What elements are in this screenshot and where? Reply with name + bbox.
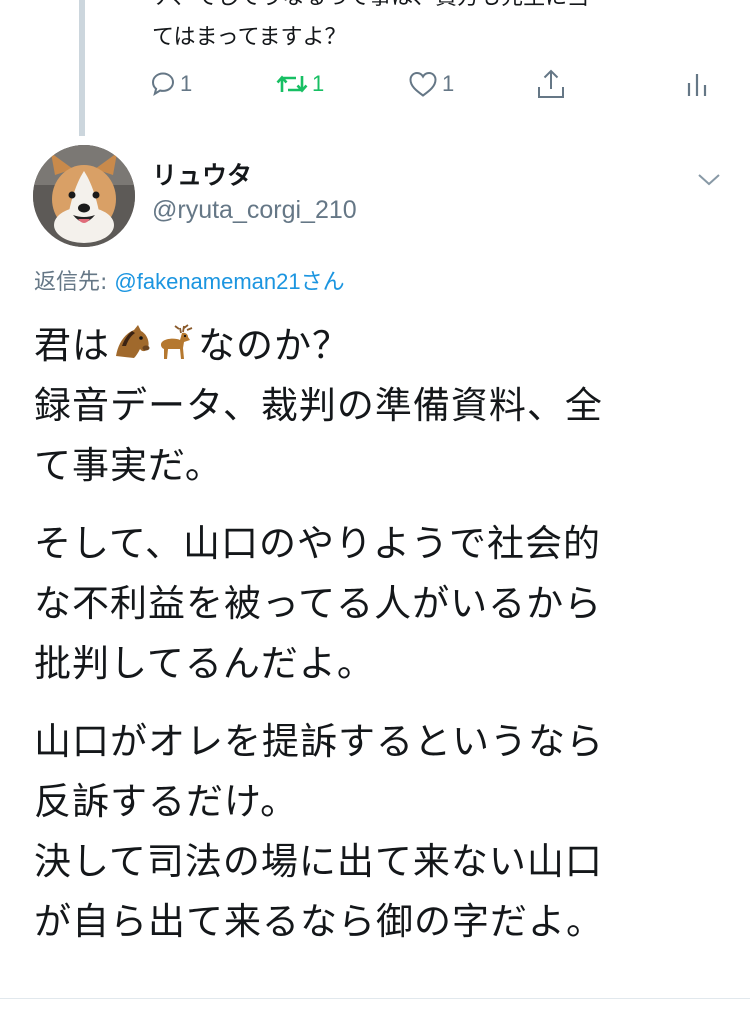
tweet-text-line: 山口がオレを提訴するというなら (34, 720, 604, 763)
tweet-divider (0, 998, 750, 999)
previous-tweet-text: ナ、てしてうなるって事は、貴方も先生に当 てはまってますよ？ (152, 0, 742, 58)
corgi-avatar-image (33, 145, 135, 247)
replying-to-line: 返信先: @fakenameman21さん (34, 264, 345, 296)
previous-tweet-actions: 1 1 1 (150, 64, 720, 104)
share-button[interactable] (536, 64, 566, 104)
tweet-paragraph: そして、山口のやりようで社会的 な不利益を被ってる人がいるから 批判してるんだよ… (34, 514, 734, 694)
tweet-text-line: 決して司法の場に出て来ない山口 (34, 840, 603, 883)
deer-emoji (160, 324, 193, 359)
share-icon (538, 69, 564, 98)
retweet-count: 1 (312, 71, 325, 96)
heart-icon (409, 71, 437, 97)
analytics-button[interactable] (684, 64, 710, 104)
horse-emoji (116, 325, 150, 358)
thread-connector-line (79, 0, 85, 136)
tweet-text-line: て事実だ。 (34, 444, 223, 487)
previous-tweet-last-line: てはまってますよ？ (152, 25, 347, 50)
tweet-text-line: な不利益を被ってる人がいるから (34, 582, 603, 625)
replying-to-label: 返信先: (34, 270, 115, 295)
tweet-text-line: なのか？ (198, 324, 350, 367)
tweet-text-line: 反訴するだけ。 (34, 780, 299, 823)
reply-count: 1 (180, 71, 193, 96)
tweet-text-line: 君は (34, 324, 110, 367)
like-count: 1 (442, 71, 455, 96)
user-handle[interactable]: @ryuta_corgi_210 (152, 196, 357, 225)
tweet-text-line: 録音データ、裁判の準備資料、全 (34, 384, 603, 427)
reply-honorific: さん (300, 270, 345, 295)
display-name[interactable]: リュウタ (152, 156, 252, 192)
reply-mention-link[interactable]: @fakenameman21 (114, 269, 300, 294)
tweet-text-line: が自ら出て来るなら御の字だよ。 (34, 900, 604, 943)
tweet-body: 君は なのか？ 録音データ、裁判の準備資料、全 て事実だ。 そして、山口のやりよ… (34, 316, 734, 970)
reply-icon (151, 72, 175, 96)
like-button[interactable]: 1 (408, 64, 454, 104)
previous-tweet-partial-line: ナ、てしてうなるって事は、貴方も先生に当 (152, 0, 742, 18)
retweet-button[interactable]: 1 (276, 64, 324, 104)
user-avatar[interactable] (33, 145, 135, 247)
retweet-icon (276, 75, 308, 93)
reply-button[interactable]: 1 (150, 64, 192, 104)
tweet-text-line: 批判してるんだよ。 (34, 642, 375, 685)
tweet-text-line: そして、山口のやりようで社会的 (34, 522, 602, 565)
tweet-paragraph: 山口がオレを提訴するというなら 反訴するだけ。 決して司法の場に出て来ない山口 … (34, 712, 734, 952)
analytics-icon (687, 74, 707, 96)
tweet-paragraph: 君は なのか？ 録音データ、裁判の準備資料、全 て事実だ。 (34, 316, 734, 496)
tweet-options-chevron[interactable] (694, 165, 724, 193)
chevron-down-icon (698, 174, 720, 186)
